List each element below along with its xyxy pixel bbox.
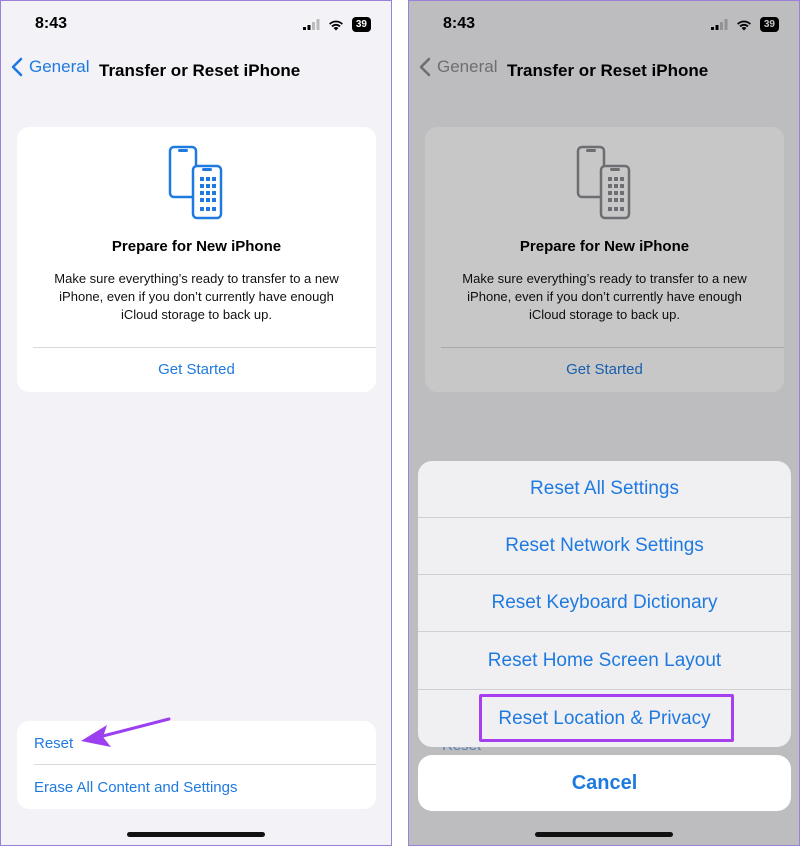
card-description: Make sure everything’s ready to transfer… [54,271,339,322]
left-screen: 8:43 39 General Transfer or Reset iPhone… [0,0,392,846]
reset-options-group: Reset Erase All Content and Settings [17,721,376,809]
reset-all-settings-option[interactable]: Reset All Settings [418,461,791,518]
reset-button[interactable]: Reset [34,735,73,752]
home-indicator[interactable] [535,832,673,837]
card-title: Prepare for New iPhone [111,238,282,255]
two-phones-icon [168,145,223,220]
reset-network-settings-option[interactable]: Reset Network Settings [418,518,791,575]
status-icons: 39 [302,17,371,32]
get-started-button[interactable]: Get Started [17,361,376,378]
back-button[interactable]: General [11,57,89,77]
divider [33,347,376,348]
navigation-bar: General Transfer or Reset iPhone [1,57,391,87]
prepare-card: Prepare for New iPhone Make sure everyth… [17,127,376,392]
battery-icon: 39 [351,17,371,32]
back-button-label: General [29,57,90,76]
pointer-arrow-icon [81,717,171,747]
wifi-icon [328,20,343,30]
page-title: Transfer or Reset iPhone [99,61,301,80]
reset-home-screen-layout-option[interactable]: Reset Home Screen Layout [418,633,791,690]
right-screen: 8:43 39 General Transfer or Reset iPhone… [408,0,800,846]
home-indicator[interactable] [127,832,265,837]
highlight-box [479,694,734,742]
status-time: 8:43 [35,15,68,32]
reset-keyboard-dictionary-option[interactable]: Reset Keyboard Dictionary [418,575,791,632]
divider [34,764,376,765]
erase-all-content-button[interactable]: Erase All Content and Settings [34,779,237,796]
status-bar: 8:43 39 [1,15,391,37]
cellular-signal-icon [302,19,320,30]
cancel-button[interactable]: Cancel [418,755,791,811]
chevron-left-icon [11,57,23,77]
